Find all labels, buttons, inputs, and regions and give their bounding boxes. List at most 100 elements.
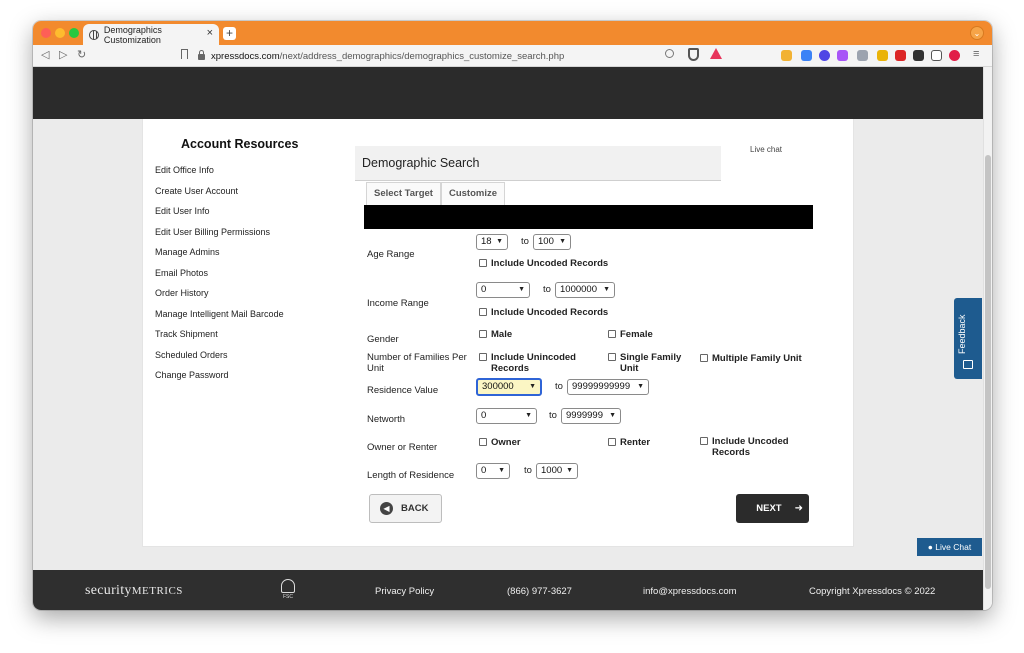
new-tab-button[interactable]: + — [223, 27, 236, 40]
next-button[interactable]: NEXT ➜ — [736, 494, 809, 523]
multiple-family-label: Multiple Family Unit — [712, 353, 802, 364]
checkbox-box — [479, 353, 487, 361]
feedback-icon — [963, 360, 973, 369]
sidebar-item-mail-barcode[interactable]: Manage Intelligent Mail Barcode — [155, 309, 284, 319]
site-header — [33, 67, 983, 119]
sidebar-title: Account Resources — [181, 137, 299, 151]
to-label: to — [521, 236, 529, 247]
residence-from-select[interactable]: 300000 ▼ — [476, 378, 542, 396]
tab-customize[interactable]: Customize — [440, 182, 506, 205]
menu-icon[interactable]: ≡ — [973, 48, 979, 60]
live-chat-link[interactable]: Live chat — [750, 145, 782, 154]
sidebar-item-order-history[interactable]: Order History — [155, 288, 209, 298]
female-label: Female — [620, 329, 653, 340]
owner-uncoded-checkbox[interactable]: Include Uncoded Records — [700, 436, 800, 458]
extension-red-icon[interactable] — [895, 50, 906, 61]
securitymetrics-logo[interactable]: securityMETRICS — [85, 583, 183, 599]
maximize-window-icon[interactable] — [69, 28, 79, 38]
multiple-family-checkbox[interactable]: Multiple Family Unit — [700, 353, 802, 364]
extension-p-icon[interactable] — [837, 50, 848, 61]
feedback-tab[interactable]: Feedback — [954, 298, 982, 379]
brave-rewards-icon[interactable] — [710, 48, 722, 59]
age-from-select[interactable]: 18 ▼ — [476, 234, 508, 250]
chevron-down-icon: ▼ — [603, 286, 610, 293]
bookmark-icon[interactable] — [181, 49, 188, 59]
length-from-select[interactable]: 0 ▼ — [476, 463, 510, 479]
unincoded-checkbox[interactable]: Include Unincoded Records — [479, 352, 591, 374]
tab-select-target[interactable]: Select Target — [366, 182, 441, 205]
sidebar-item-change-password[interactable]: Change Password — [155, 370, 229, 380]
reload-icon[interactable]: ↻ — [77, 48, 86, 61]
income-to-select[interactable]: 1000000 ▼ — [555, 282, 615, 298]
owner-checkbox[interactable]: Owner — [479, 437, 521, 448]
income-uncoded-checkbox[interactable]: Include Uncoded Records — [479, 307, 608, 318]
residence-from-value: 300000 — [482, 381, 514, 392]
window-icon[interactable] — [931, 50, 942, 61]
extension-pencil-icon[interactable] — [877, 50, 888, 61]
networth-to-select[interactable]: 9999999 ▼ — [561, 408, 621, 424]
sidebar-item-create-user-account[interactable]: Create User Account — [155, 186, 238, 196]
extension-apple-icon[interactable] — [949, 50, 960, 61]
sidebar-item-edit-user-info[interactable]: Edit User Info — [155, 206, 210, 216]
sidebar-item-edit-user-billing[interactable]: Edit User Billing Permissions — [155, 227, 270, 237]
tab-close-icon[interactable]: × — [207, 27, 213, 39]
income-from-select[interactable]: 0 ▼ — [476, 282, 530, 298]
live-chat-button[interactable]: ● Live Chat — [917, 538, 982, 556]
income-uncoded-label: Include Uncoded Records — [491, 307, 609, 318]
forward-nav-icon[interactable]: ▷ — [59, 48, 67, 61]
sidebar-item-edit-office-info[interactable]: Edit Office Info — [155, 165, 214, 175]
extension-grid-icon[interactable] — [857, 50, 868, 61]
owner-uncoded-label: Include Uncoded Records — [712, 436, 789, 458]
back-button[interactable]: ◀ BACK — [369, 494, 442, 523]
male-checkbox[interactable]: Male — [479, 329, 512, 340]
feedback-label: Feedback — [957, 314, 967, 354]
footer-phone: (866) 977-3627 — [507, 586, 572, 597]
globe-icon — [89, 29, 99, 40]
sidebar-item-track-shipment[interactable]: Track Shipment — [155, 329, 218, 339]
networth-from-select[interactable]: 0 ▼ — [476, 408, 537, 424]
redacted-bar — [364, 205, 813, 229]
sidebar-item-manage-admins[interactable]: Manage Admins — [155, 247, 220, 257]
checkbox-box — [700, 437, 708, 445]
single-family-label: Single Family Unit — [620, 352, 682, 374]
age-range-label: Age Range — [367, 249, 415, 260]
brave-shield-icon[interactable] — [688, 48, 699, 61]
age-uncoded-checkbox[interactable]: Include Uncoded Records — [479, 258, 608, 269]
age-to-value: 100 — [538, 236, 554, 247]
zoom-icon[interactable] — [665, 49, 674, 58]
extension-notes-icon[interactable] — [781, 50, 792, 61]
scrollbar-thumb[interactable] — [985, 155, 991, 589]
checkbox-box — [608, 330, 616, 338]
footer-email-link[interactable]: info@xpressdocs.com — [643, 586, 737, 597]
extensions-puzzle-icon[interactable] — [913, 50, 924, 61]
sidebar-item-scheduled-orders[interactable]: Scheduled Orders — [155, 350, 228, 360]
extension-e-icon[interactable] — [801, 50, 812, 61]
profile-menu-icon[interactable]: ⌄ — [970, 26, 984, 40]
address-bar[interactable]: xpressdocs.com/next/address_demographics… — [198, 48, 713, 64]
privacy-policy-link[interactable]: Privacy Policy — [375, 586, 434, 597]
checkbox-box — [700, 354, 708, 362]
browser-tab[interactable]: Demographics Customization × — [83, 24, 219, 45]
to-label: to — [555, 381, 563, 392]
length-from-value: 0 — [481, 465, 487, 476]
single-family-checkbox[interactable]: Single Family Unit — [608, 352, 690, 374]
chevron-down-icon: ▼ — [496, 238, 503, 245]
residence-to-select[interactable]: 99999999999 ▼ — [567, 379, 649, 395]
residence-to-value: 99999999999 — [572, 381, 631, 392]
footer-copyright: Copyright Xpressdocs © 2022 — [809, 586, 936, 597]
minimize-window-icon[interactable] — [55, 28, 65, 38]
close-window-icon[interactable] — [41, 28, 51, 38]
back-nav-icon[interactable]: ◁ — [41, 48, 49, 61]
renter-checkbox[interactable]: Renter — [608, 437, 650, 448]
extension-u-icon[interactable] — [819, 50, 830, 61]
tree-icon — [281, 579, 295, 593]
residence-value-label: Residence Value — [367, 385, 439, 396]
sidebar-item-email-photos[interactable]: Email Photos — [155, 268, 208, 278]
tab-title: Demographics Customization — [103, 24, 162, 45]
checkbox-box — [479, 259, 487, 267]
chevron-down-icon: ▼ — [637, 383, 644, 390]
age-to-select[interactable]: 100 ▼ — [533, 234, 571, 250]
female-checkbox[interactable]: Female — [608, 329, 653, 340]
checkbox-box — [479, 308, 487, 316]
length-to-select[interactable]: 1000 ▼ — [536, 463, 578, 479]
